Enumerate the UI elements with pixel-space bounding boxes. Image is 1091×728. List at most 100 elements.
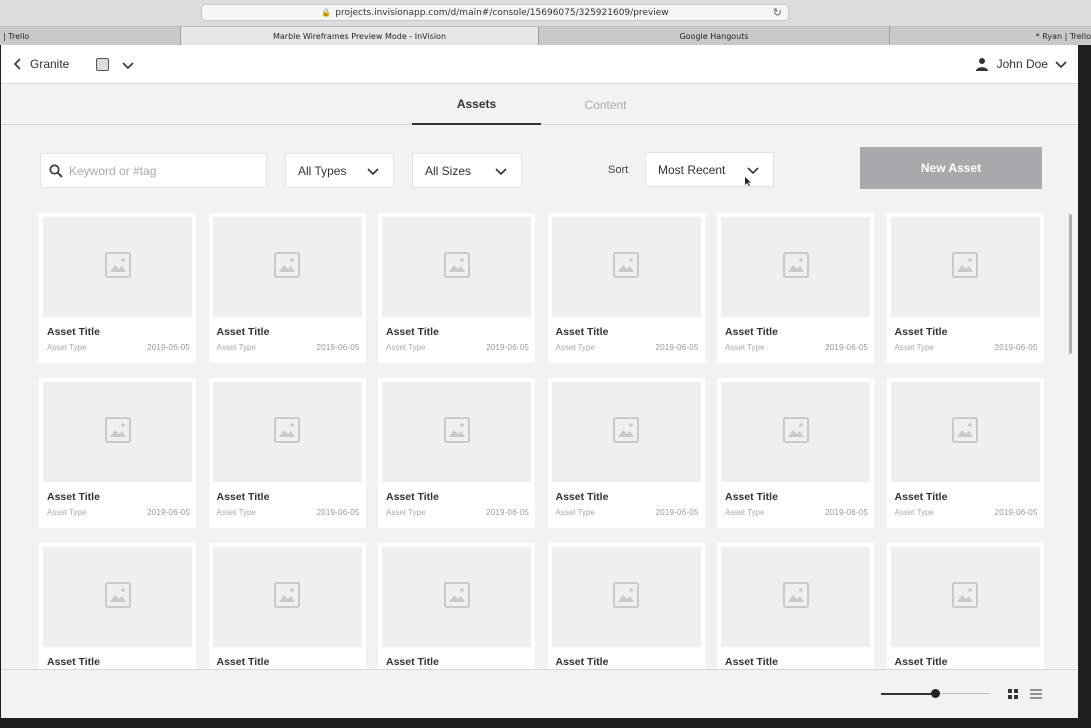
asset-date: 2019-06-05 <box>655 343 699 352</box>
chevron-down-icon[interactable] <box>121 58 135 72</box>
chevron-down-icon <box>747 167 759 175</box>
user-icon <box>975 58 988 71</box>
size-select-value: All Sizes <box>425 163 472 178</box>
note-icon[interactable] <box>96 58 109 71</box>
type-select[interactable]: All Types <box>285 153 394 188</box>
asset-title: Asset Title <box>555 491 609 503</box>
size-select[interactable]: All Sizes <box>412 153 522 188</box>
mouse-cursor <box>745 177 751 186</box>
type-select-value: All Types <box>298 163 347 178</box>
asset-card[interactable]: Asset Title Asset Type 2019-06-05 <box>208 213 366 363</box>
image-placeholder-icon <box>273 416 301 449</box>
asset-card[interactable]: Asset Title Asset Type 2019-06-05 <box>547 378 705 528</box>
asset-title: Asset Title <box>894 656 948 668</box>
sort-select-value: Most Recent <box>658 162 726 177</box>
asset-card[interactable]: Asset Title Asset Type 2019-06-05 <box>717 213 874 363</box>
asset-thumbnail <box>551 547 701 647</box>
image-placeholder-icon <box>104 416 132 449</box>
address-bar[interactable]: 🔒 projects.invisionapp.com/d/main#/conso… <box>201 4 789 21</box>
grid-view-icon[interactable] <box>1007 688 1019 700</box>
browser-tab-invision[interactable]: Marble Wireframes Preview Mode - InVisio… <box>181 27 539 45</box>
asset-title: Asset Title <box>47 656 100 668</box>
asset-card[interactable]: Asset Title Asset Type 2019-06-05 <box>208 378 366 528</box>
asset-type: Asset Type <box>386 508 426 517</box>
browser-tab-strip: | Trello Marble Wireframes Preview Mode … <box>0 27 1091 45</box>
zoom-slider-handle[interactable] <box>931 689 940 698</box>
asset-card[interactable]: Asset Title Asset Type 2019-06-05 <box>886 378 1044 528</box>
browser-toolbar: 🔒 projects.invisionapp.com/d/main#/conso… <box>0 0 1091 27</box>
asset-date: 2019-06-05 <box>486 508 529 517</box>
asset-card[interactable]: Asset Title Asset Type 2019-06-05 <box>378 378 535 528</box>
new-asset-button[interactable]: New Asset <box>860 147 1042 189</box>
asset-thumbnail <box>551 382 701 482</box>
image-placeholder-icon <box>443 416 471 449</box>
image-placeholder-icon <box>612 251 640 284</box>
search-input[interactable] <box>69 163 249 178</box>
chevron-left-icon <box>13 58 21 70</box>
search-box[interactable] <box>40 153 267 188</box>
asset-card[interactable]: Asset Title Asset Type 2019-06-05 <box>547 213 705 363</box>
asset-date: 2019-06-05 <box>486 343 529 352</box>
asset-thumbnail <box>721 547 870 647</box>
asset-title: Asset Title <box>47 326 100 338</box>
image-placeholder-icon <box>104 251 132 284</box>
section-tabs: Assets Content <box>1 85 1078 125</box>
asset-card[interactable]: Asset Title Asset Type 2019-06-05 <box>717 378 874 528</box>
asset-title: Asset Title <box>725 491 778 503</box>
asset-card[interactable]: Asset Title Asset Type 2019-06-05 <box>39 378 196 528</box>
url-text: projects.invisionapp.com/d/main#/console… <box>335 7 669 18</box>
asset-title: Asset Title <box>47 491 100 503</box>
image-placeholder-icon <box>612 416 640 449</box>
browser-tab-hangouts[interactable]: Google Hangouts <box>539 27 890 45</box>
tab-assets[interactable]: Assets <box>412 85 541 125</box>
image-placeholder-icon <box>273 251 301 284</box>
sort-select[interactable]: Most Recent <box>645 152 774 187</box>
asset-date: 2019-06-05 <box>825 343 868 352</box>
chevron-down-icon <box>495 168 507 176</box>
asset-title: Asset Title <box>725 656 778 668</box>
asset-thumbnail <box>43 382 192 482</box>
user-menu[interactable]: John Doe <box>975 57 1068 71</box>
asset-type: Asset Type <box>555 343 595 352</box>
asset-title: Asset Title <box>894 491 948 503</box>
asset-type: Asset Type <box>725 508 765 517</box>
asset-type: Asset Type <box>725 343 765 352</box>
asset-card[interactable]: Asset Title Asset Type 2019-06-05 <box>39 213 196 363</box>
asset-title: Asset Title <box>216 491 270 503</box>
asset-type: Asset Type <box>47 343 87 352</box>
asset-thumbnail <box>43 547 192 647</box>
chevron-down-icon <box>367 168 379 176</box>
scrollbar[interactable] <box>1069 214 1072 354</box>
asset-title: Asset Title <box>216 656 270 668</box>
browser-tab-ryan-trello[interactable]: * Ryan | Trello <box>890 27 1091 45</box>
back-button[interactable]: Granite <box>13 57 69 71</box>
asset-thumbnail <box>382 382 531 482</box>
asset-thumbnail <box>721 217 870 317</box>
asset-type: Asset Type <box>894 508 934 517</box>
list-view-icon[interactable] <box>1030 688 1042 700</box>
asset-date: 2019-06-05 <box>825 508 868 517</box>
reload-icon[interactable]: ↻ <box>773 6 782 19</box>
asset-type: Asset Type <box>47 508 87 517</box>
asset-date: 2019-06-05 <box>147 343 190 352</box>
image-placeholder-icon <box>443 251 471 284</box>
asset-thumbnail <box>890 547 1040 647</box>
asset-title: Asset Title <box>555 656 609 668</box>
image-placeholder-icon <box>782 581 810 614</box>
footer-bar <box>1 669 1078 718</box>
browser-tab-trello[interactable]: | Trello <box>0 27 181 45</box>
asset-date: 2019-06-05 <box>655 508 699 517</box>
asset-card[interactable]: Asset Title Asset Type 2019-06-05 <box>886 213 1044 363</box>
tab-content[interactable]: Content <box>541 85 670 125</box>
zoom-slider-track <box>935 693 989 694</box>
asset-thumbnail <box>551 217 701 317</box>
zoom-slider[interactable] <box>881 689 989 698</box>
asset-title: Asset Title <box>555 326 609 338</box>
tab-label: * Ryan | Trello <box>1035 31 1091 41</box>
asset-card[interactable]: Asset Title Asset Type 2019-06-05 <box>378 213 535 363</box>
asset-type: Asset Type <box>216 508 256 517</box>
asset-type: Asset Type <box>555 508 595 517</box>
image-placeholder-icon <box>951 581 979 614</box>
image-placeholder-icon <box>951 416 979 449</box>
asset-thumbnail <box>43 217 192 317</box>
